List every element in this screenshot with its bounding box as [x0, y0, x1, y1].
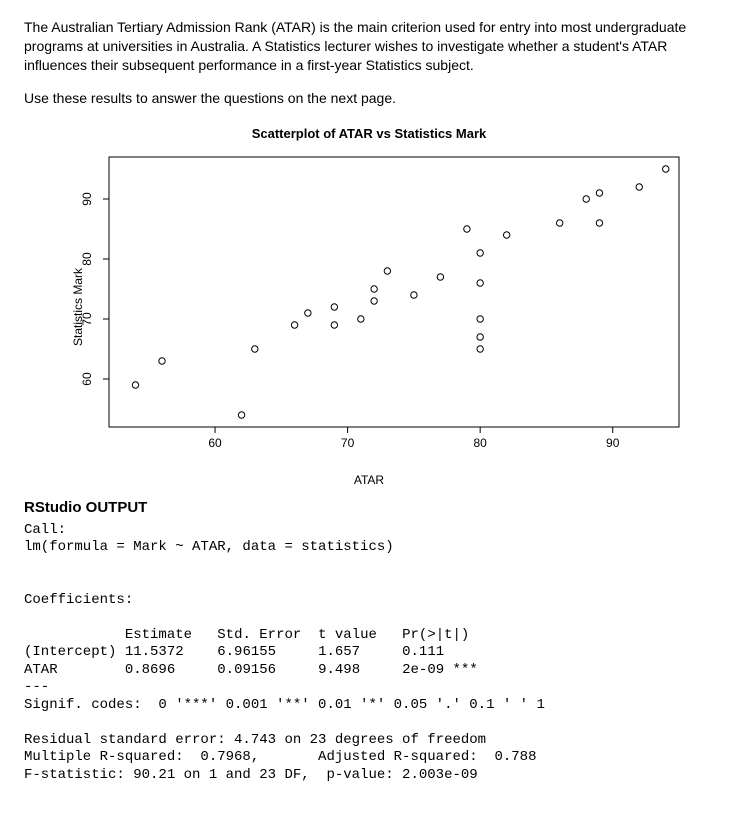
r-coef-label: Coefficients: — [24, 592, 133, 608]
r-call-label: Call: — [24, 522, 66, 538]
svg-text:90: 90 — [606, 436, 620, 450]
rstudio-output-block: Call: lm(formula = Mark ~ ATAR, data = s… — [24, 522, 714, 785]
r-row-intercept-est: 11.5372 — [125, 644, 184, 660]
chart-svg: 6070809060708090 — [39, 147, 699, 467]
r-row-intercept-se: 6.96155 — [217, 644, 276, 660]
svg-text:60: 60 — [208, 436, 222, 450]
r-row-intercept-t: 1.657 — [318, 644, 360, 660]
svg-text:60: 60 — [80, 372, 94, 386]
svg-text:90: 90 — [80, 192, 94, 206]
r-rsquared: Multiple R-squared: 0.7968, Adjusted R-s… — [24, 749, 536, 765]
r-residual: Residual standard error: 4.743 on 23 deg… — [24, 732, 486, 748]
r-col-se: Std. Error — [217, 627, 301, 643]
intro-paragraph-2: Use these results to answer the question… — [24, 89, 714, 108]
svg-text:80: 80 — [80, 252, 94, 266]
scatter-chart: Scatterplot of ATAR vs Statistics Mark S… — [24, 126, 714, 487]
chart-plot-area: Statistics Mark 6070809060708090 — [39, 147, 699, 467]
intro-paragraph-1: The Australian Tertiary Admission Rank (… — [24, 18, 714, 75]
svg-text:80: 80 — [473, 436, 487, 450]
r-row-atar-p: 2e-09 *** — [402, 662, 478, 678]
r-row-atar-name: ATAR — [24, 662, 58, 678]
chart-y-axis-label: Statistics Mark — [71, 268, 85, 346]
r-sep: --- — [24, 679, 49, 695]
r-fstat: F-statistic: 90.21 on 1 and 23 DF, p-val… — [24, 767, 478, 783]
r-row-intercept-name: (Intercept) — [24, 644, 116, 660]
intro-text: The Australian Tertiary Admission Rank (… — [24, 18, 714, 108]
chart-x-axis-label: ATAR — [24, 473, 714, 487]
r-col-estimate: Estimate — [125, 627, 192, 643]
r-col-p: Pr(>|t|) — [402, 627, 469, 643]
r-col-t: t value — [318, 627, 377, 643]
chart-title: Scatterplot of ATAR vs Statistics Mark — [24, 126, 714, 141]
r-signif-codes: Signif. codes: 0 '***' 0.001 '**' 0.01 '… — [24, 697, 545, 713]
r-call-text: lm(formula = Mark ~ ATAR, data = statist… — [24, 539, 394, 555]
svg-text:70: 70 — [341, 436, 355, 450]
r-row-atar-se: 0.09156 — [217, 662, 276, 678]
r-row-atar-est: 0.8696 — [125, 662, 175, 678]
r-row-atar-t: 9.498 — [318, 662, 360, 678]
r-row-intercept-p: 0.111 — [402, 644, 444, 660]
rstudio-output-heading: RStudio OUTPUT — [24, 499, 714, 516]
